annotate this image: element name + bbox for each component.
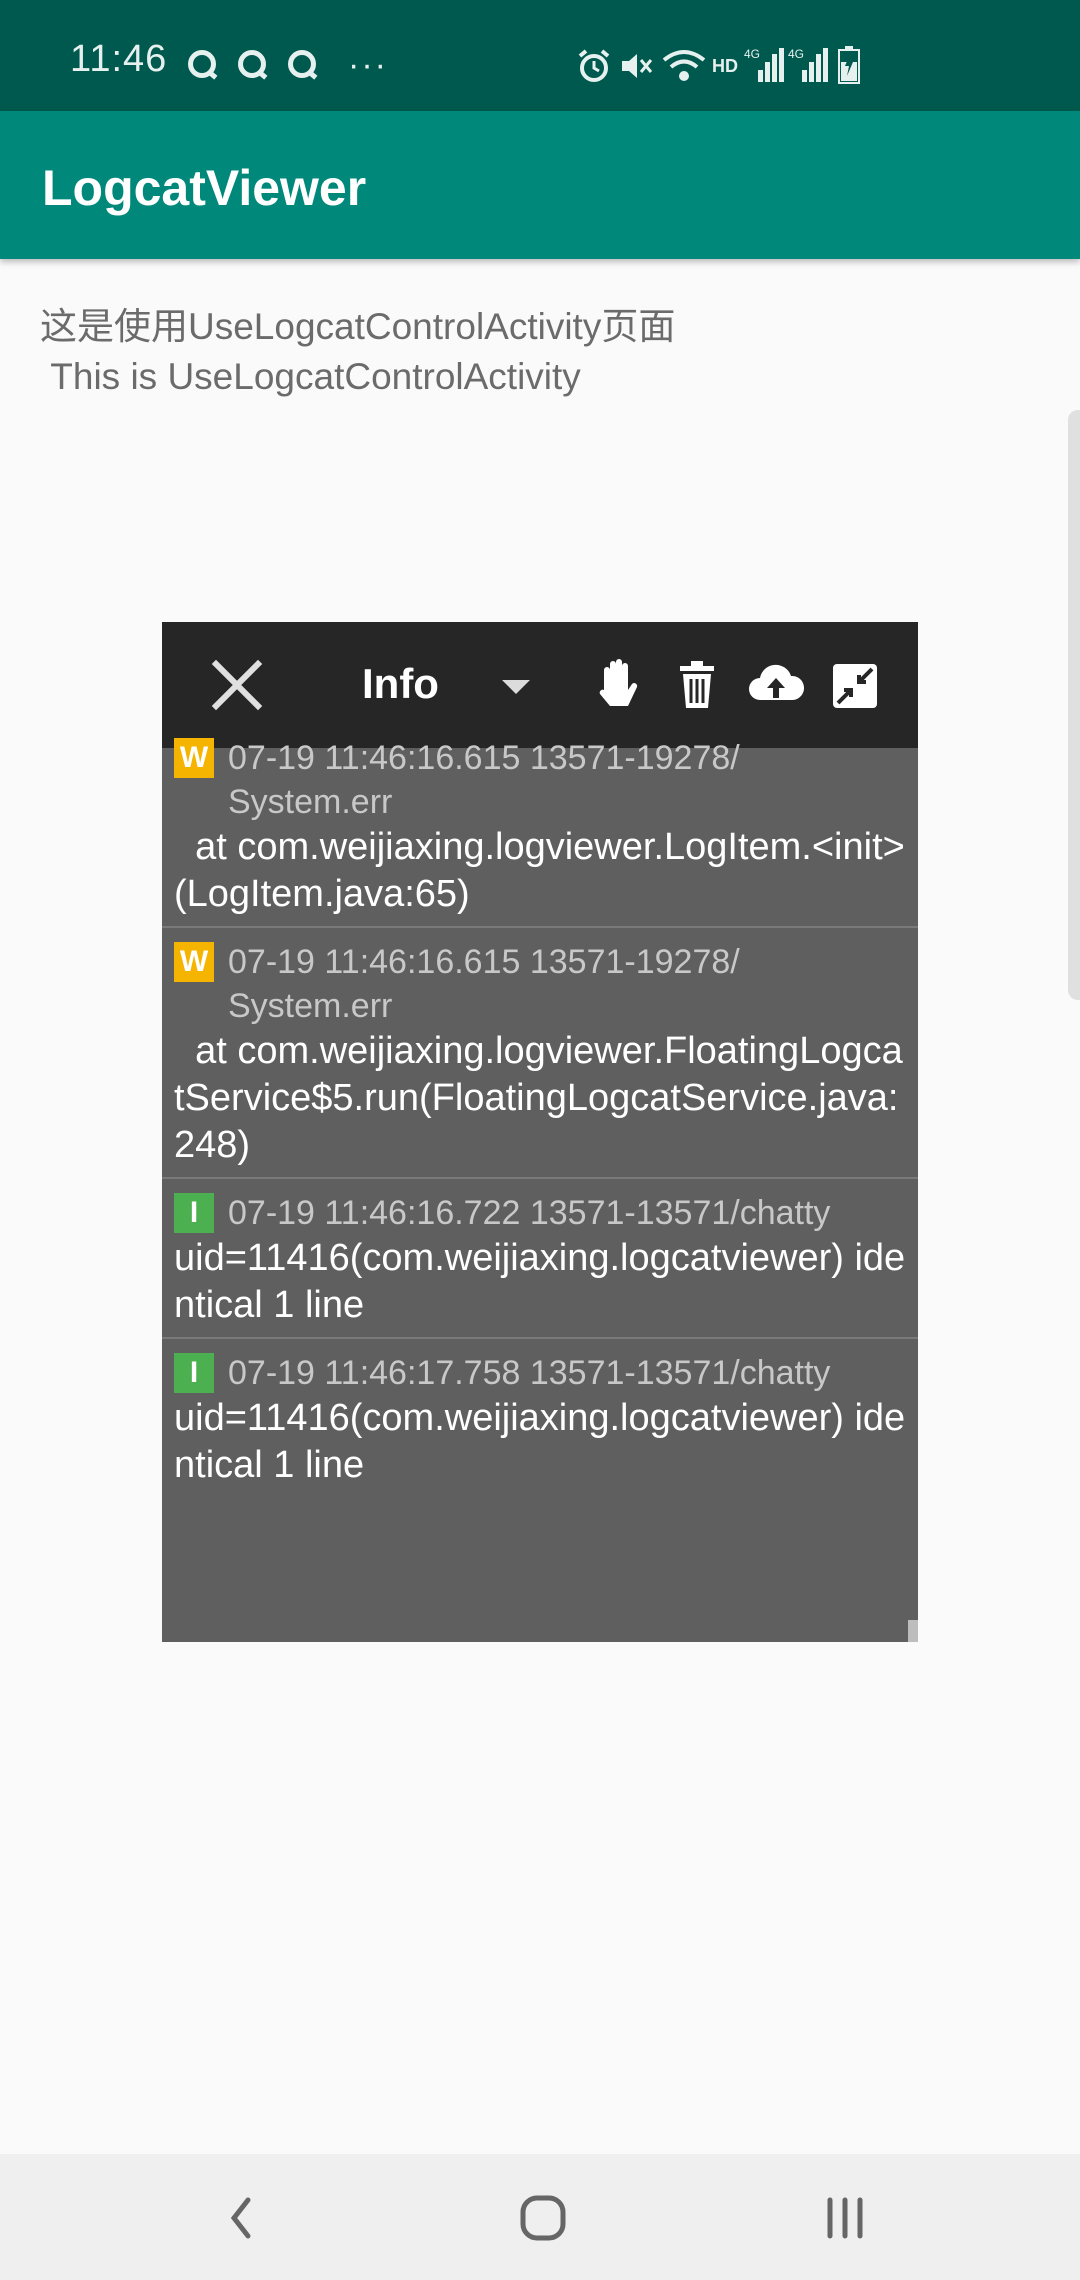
logcat-toolbar: Info	[162, 622, 918, 748]
qq-notification-icon	[288, 50, 316, 78]
log-level-selector[interactable]: Info	[362, 660, 439, 708]
log-entry-meta: 07-19 11:46:16.722 13571-13571/chatty	[228, 1194, 831, 1232]
level-badge-warn: W	[174, 942, 214, 982]
svg-text:4G: 4G	[744, 47, 760, 61]
qq-notification-icon	[238, 50, 266, 78]
floating-logcat-window[interactable]: Info W 07-19 11:46:16.615 13571-19278/ S…	[162, 622, 918, 1642]
cloud-upload-icon[interactable]	[746, 656, 806, 714]
level-badge-info: I	[174, 1193, 214, 1233]
signal-icon: 4G	[788, 47, 828, 82]
activity-description: 这是使用UseLogcatControlActivity页面 This is U…	[40, 306, 676, 397]
recent-apps-icon[interactable]	[810, 2188, 880, 2248]
minimize-icon[interactable]	[828, 656, 882, 714]
drag-hand-icon[interactable]	[592, 656, 646, 714]
log-entry-meta: 07-19 11:46:16.615 13571-19278/ System.e…	[228, 739, 740, 821]
log-entry-meta: 07-19 11:46:17.758 13571-13571/chatty	[228, 1354, 831, 1392]
home-icon[interactable]	[508, 2188, 578, 2248]
app-title: LogcatViewer	[42, 160, 367, 216]
svg-text:4G: 4G	[788, 47, 804, 61]
navigation-bar	[0, 2154, 1080, 2280]
trash-icon[interactable]	[670, 656, 724, 714]
log-entry-message: at com.weijiaxing.logviewer.LogItem.<ini…	[174, 826, 905, 915]
wifi-icon	[662, 50, 706, 81]
log-entry[interactable]: I 07-19 11:46:17.758 13571-13571/chatty …	[162, 1339, 918, 1497]
close-icon[interactable]	[210, 658, 264, 712]
level-badge-warn: W	[174, 738, 214, 778]
app-bar: LogcatViewer	[0, 111, 1080, 259]
battery-charging-icon	[838, 46, 860, 84]
log-entry[interactable]: I 07-19 11:46:16.722 13571-13571/chatty …	[162, 1179, 918, 1339]
alarm-icon	[578, 49, 610, 82]
chevron-down-icon[interactable]	[502, 680, 530, 694]
log-entry-message: uid=11416(com.weijiaxing.logcatviewer) i…	[174, 1237, 906, 1326]
log-entry[interactable]: W 07-19 11:46:16.615 13571-19278/ System…	[162, 736, 918, 928]
log-entries-list[interactable]: W 07-19 11:46:16.615 13571-19278/ System…	[162, 738, 918, 1497]
log-entry-message: at com.weijiaxing.logviewer.FloatingLogc…	[174, 1030, 903, 1166]
edge-panel-handle[interactable]	[1068, 410, 1080, 1000]
status-time: 11:46	[70, 38, 168, 80]
log-entry-meta: 07-19 11:46:16.615 13571-19278/ System.e…	[228, 943, 740, 1025]
hd-icon: HD	[712, 56, 738, 76]
log-entry[interactable]: W 07-19 11:46:16.615 13571-19278/ System…	[162, 928, 918, 1179]
back-icon[interactable]	[206, 2188, 276, 2248]
log-scrollbar[interactable]	[908, 1620, 918, 1642]
more-notifications-icon: ···	[348, 46, 388, 84]
qq-notification-icon	[188, 50, 216, 78]
signal-icon: 4G	[744, 47, 784, 82]
log-entry-message: uid=11416(com.weijiaxing.logcatviewer) i…	[174, 1397, 906, 1486]
level-badge-info: I	[174, 1353, 214, 1393]
status-bar: 11:46 ··· HD 4G 4G	[0, 0, 1080, 111]
mute-icon	[622, 54, 653, 78]
